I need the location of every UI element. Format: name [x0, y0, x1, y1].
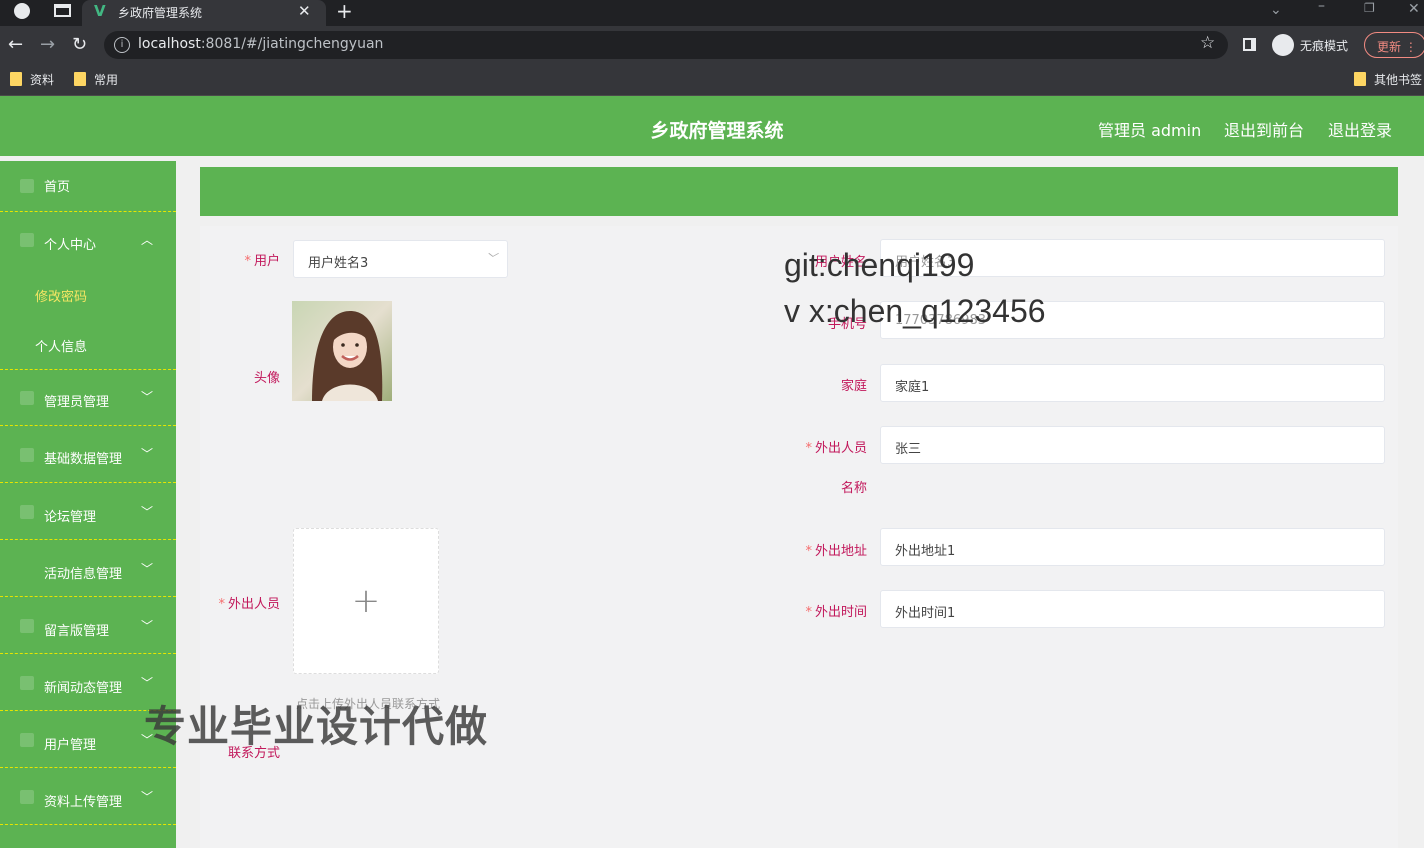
- sidebar-item-home[interactable]: 首页: [0, 161, 176, 212]
- sidebar-item-basic-data[interactable]: 基础数据管理 ﹀: [0, 427, 176, 483]
- chevron-down-icon: ﹀: [141, 562, 154, 576]
- outgoing-person-photo-label: * 外出人员: [218, 597, 280, 612]
- incognito-icon: [1272, 34, 1294, 56]
- user-icon: [20, 233, 34, 247]
- outgoing-time-label: * 外出时间: [805, 605, 867, 620]
- tab-title: 乡政府管理系统: [118, 6, 203, 20]
- side-panel-icon[interactable]: [1243, 38, 1256, 51]
- news-icon: [20, 676, 34, 690]
- browser-tab-bar: V 乡政府管理系统 ✕ + ⌄ – ❐ ✕: [0, 0, 1424, 26]
- watermark-ad: 专业毕业设计代做: [144, 702, 489, 751]
- logout-link[interactable]: 退出登录: [1328, 117, 1392, 141]
- outgoing-name-label: * 外出人员: [805, 441, 867, 456]
- chevron-down-icon: ﹀: [141, 790, 154, 804]
- content-banner: [200, 167, 1398, 216]
- contact-upload-box[interactable]: +: [293, 528, 439, 674]
- app-header: 乡政府管理系统 管理员 admin 退出到前台 退出登录: [0, 96, 1424, 156]
- restore-icon[interactable]: ❐: [1364, 1, 1375, 15]
- bookmark-folder-other[interactable]: 其他书签: [1354, 71, 1422, 88]
- users-icon: [20, 733, 34, 747]
- chevron-down-icon: ﹀: [141, 390, 154, 404]
- update-button[interactable]: 更新 ⋮: [1364, 32, 1424, 58]
- bookmark-star-icon[interactable]: ☆: [1200, 33, 1215, 53]
- back-arrow-icon[interactable]: ←: [8, 34, 23, 55]
- vue-favicon-icon: V: [94, 2, 106, 20]
- exit-to-front-link[interactable]: 退出到前台: [1224, 117, 1304, 141]
- outgoing-name-label-cont: 名称: [840, 481, 867, 496]
- data-icon: [20, 448, 34, 462]
- sidebar-item-file-upload[interactable]: 资料上传管理 ﹀: [0, 769, 176, 825]
- sidebar-item-forum[interactable]: 论坛管理 ﹀: [0, 484, 176, 540]
- reload-icon[interactable]: ↻: [72, 34, 87, 55]
- chevron-down-icon: ﹀: [141, 505, 154, 519]
- window-close-icon[interactable]: ✕: [1408, 1, 1420, 17]
- url-text: localhost:8081/#/jiatingchengyuan: [138, 36, 384, 52]
- family-label: 家庭: [840, 379, 867, 394]
- folder-icon: [10, 72, 22, 86]
- incognito-label: 无痕模式: [1300, 39, 1349, 53]
- avatar-label: 头像: [253, 371, 280, 386]
- upload-icon: [20, 790, 34, 804]
- admin-icon: [20, 391, 34, 405]
- sidebar-item-message-board[interactable]: 留言版管理 ﹀: [0, 598, 176, 654]
- chevron-down-icon: ﹀: [141, 447, 154, 461]
- avatar-image: [292, 301, 392, 401]
- outgoing-time-input[interactable]: 外出时间1: [880, 590, 1385, 628]
- outgoing-address-label: * 外出地址: [805, 544, 867, 559]
- message-icon: [20, 619, 34, 633]
- sidebar-item-activity[interactable]: 活动信息管理 ﹀: [0, 541, 176, 597]
- url-input[interactable]: i localhost:8081/#/jiatingchengyuan ☆: [104, 31, 1228, 59]
- chevron-up-icon: ︿: [141, 233, 154, 247]
- outgoing-address-input[interactable]: 外出地址1: [880, 528, 1385, 566]
- bookmark-folder-changyong[interactable]: 常用: [74, 71, 118, 88]
- chevron-down-icon: ﹀: [486, 252, 497, 265]
- plus-icon: +: [351, 581, 381, 621]
- browser-tab[interactable]: V 乡政府管理系统 ✕: [82, 0, 326, 26]
- user-select[interactable]: 用户姓名3 ﹀: [293, 240, 508, 278]
- tab-search-icon[interactable]: [54, 4, 71, 17]
- folder-icon: [74, 72, 86, 86]
- chevron-down-icon: ﹀: [141, 619, 154, 633]
- sidebar-subitem-change-password[interactable]: 修改密码: [0, 269, 176, 319]
- user-field-label: * 用户: [244, 254, 280, 269]
- app-title: 乡政府管理系统: [650, 120, 784, 142]
- family-input[interactable]: 家庭1: [880, 364, 1385, 402]
- watermark-git: git:chenqi199: [784, 247, 975, 283]
- sidebar-item-admin-management[interactable]: 管理员管理 ﹀: [0, 370, 176, 426]
- outgoing-name-input[interactable]: 张三: [880, 426, 1385, 464]
- minimize-icon[interactable]: –: [1318, 0, 1325, 14]
- sidebar-item-personal-center[interactable]: 个人中心 ︿: [0, 212, 176, 269]
- sidebar-subitem-personal-info[interactable]: 个人信息: [0, 319, 176, 370]
- bookmarks-bar: 资料 常用 其他书签: [0, 64, 1424, 96]
- tab-list-chevron-icon[interactable]: ⌄: [1270, 2, 1282, 18]
- watermark-wechat: v x:chen_q123456: [784, 293, 1046, 329]
- folder-icon: [1354, 72, 1366, 86]
- address-bar-row: ← → ↻ i localhost:8081/#/jiatingchengyua…: [0, 26, 1424, 64]
- admin-label: 管理员 admin: [1098, 121, 1202, 140]
- chevron-down-icon: ﹀: [141, 676, 154, 690]
- info-icon[interactable]: i: [114, 37, 130, 53]
- home-icon: [20, 179, 34, 193]
- globe-icon[interactable]: [14, 3, 30, 19]
- new-tab-icon[interactable]: +: [336, 0, 353, 23]
- forum-icon: [20, 505, 34, 519]
- tab-close-icon[interactable]: ✕: [298, 2, 311, 20]
- bookmark-folder-ziliao[interactable]: 资料: [10, 71, 54, 88]
- forward-arrow-icon[interactable]: →: [40, 34, 55, 55]
